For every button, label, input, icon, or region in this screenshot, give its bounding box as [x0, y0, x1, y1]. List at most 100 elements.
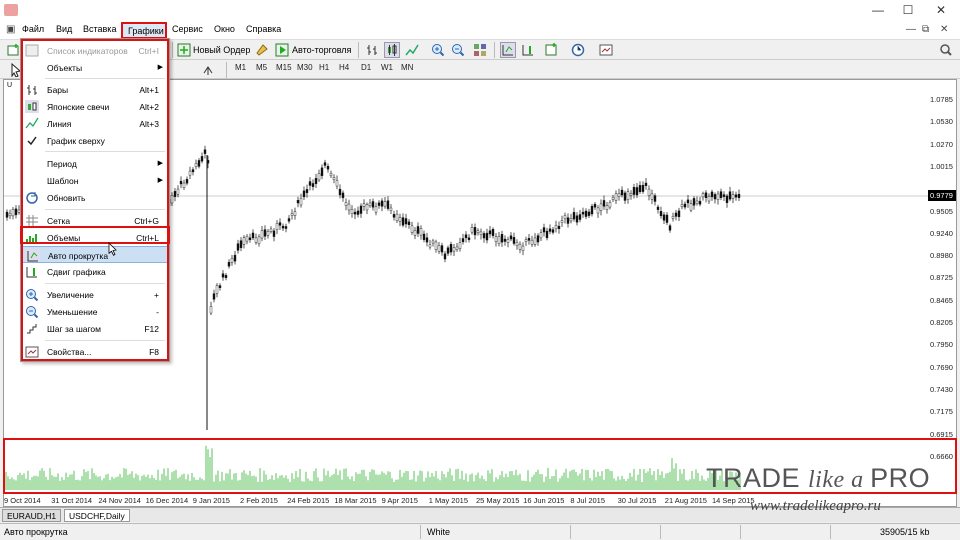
submenu-arrow-icon: ▶: [157, 64, 163, 71]
period-h1[interactable]: H1: [319, 63, 329, 72]
menu-item-shortcut: -: [156, 307, 159, 317]
maximize-button[interactable]: ☐: [893, 2, 923, 18]
menu-charts-active[interactable]: Графики: [121, 22, 167, 39]
menu-item-chart-shift[interactable]: Сдвиг графика: [21, 263, 169, 280]
menu-item-shortcut: F12: [144, 324, 159, 334]
menu-item-bar-chart[interactable]: Бары Alt+1: [21, 81, 169, 98]
menu-insert[interactable]: Вставка: [83, 24, 116, 34]
doc-menu-icon[interactable]: ▣: [6, 24, 15, 35]
candle-body: [545, 230, 549, 239]
candle-body: [536, 235, 540, 243]
period-h4[interactable]: H4: [339, 63, 349, 72]
candle-body: [182, 182, 186, 188]
candle-body: [233, 254, 237, 262]
menu-file[interactable]: Файл: [22, 24, 44, 34]
search-icon[interactable]: [938, 42, 954, 58]
candle-body: [329, 173, 333, 177]
candle-body: [488, 230, 492, 235]
candle-body: [251, 232, 255, 239]
tab-euraud-h1[interactable]: EURAUD,H1: [2, 509, 62, 522]
candle-body: [284, 226, 288, 229]
period-m1[interactable]: M1: [235, 63, 246, 72]
time-tick-label: 21 Aug 2015: [664, 496, 707, 505]
menu-separator: [45, 151, 165, 152]
zoom-out-toolbar-icon[interactable]: [450, 42, 466, 58]
candlestick-toolbar-icon[interactable]: [384, 42, 400, 58]
check-icon: [27, 136, 37, 146]
candle-body: [572, 212, 576, 220]
menu-item-autoscroll[interactable]: Авто прокрутка: [21, 246, 169, 263]
candle-body: [479, 231, 483, 235]
chart-shift-toolbar-icon[interactable]: [520, 42, 536, 58]
mdi-minimize-icon[interactable]: —: [906, 24, 916, 35]
period-w1[interactable]: W1: [381, 63, 393, 72]
new-order-button[interactable]: Новый Ордер: [193, 45, 250, 55]
autoscroll-toolbar-icon[interactable]: [500, 42, 516, 58]
menu-item-zoom-out[interactable]: Уменьшение -: [21, 303, 169, 320]
menu-charts[interactable]: Графики: [128, 26, 164, 36]
menu-item-candlestick[interactable]: Японские свечи Alt+2: [21, 98, 169, 115]
tile-windows-icon[interactable]: [472, 42, 488, 58]
period-m30[interactable]: M30: [297, 63, 313, 72]
candle-body: [368, 202, 372, 207]
menu-view[interactable]: Вид: [56, 24, 72, 34]
watermark-brand: TRADE like a PRO: [706, 463, 930, 494]
menu-item-label: Период: [47, 159, 77, 169]
mdi-close-icon[interactable]: ✕: [940, 24, 948, 35]
candle-body: [590, 205, 594, 215]
bar-chart-toolbar-icon[interactable]: [364, 42, 380, 58]
auto-trading-button[interactable]: Авто-торговля: [292, 45, 351, 55]
period-m5[interactable]: M5: [256, 63, 267, 72]
close-button[interactable]: ✕: [926, 2, 956, 18]
candle-body: [653, 195, 657, 202]
candle-body: [293, 211, 297, 216]
new-order-icon: [176, 42, 192, 58]
candle-body: [218, 285, 222, 288]
menu-item-submenu-1[interactable]: Объекты ▶: [21, 59, 169, 76]
line-chart-toolbar-icon[interactable]: [404, 42, 420, 58]
indicators-toolbar-icon[interactable]: [544, 42, 560, 58]
period-mn[interactable]: MN: [401, 63, 413, 72]
menu-help[interactable]: Справка: [246, 24, 281, 34]
menu-item-submenu-7[interactable]: Шаблон ▶: [21, 172, 169, 189]
zoom-in-toolbar-icon[interactable]: [430, 42, 446, 58]
menu-service[interactable]: Сервис: [172, 24, 203, 34]
time-tick-label: 9 Jan 2015: [192, 496, 230, 505]
mdi-restore-icon[interactable]: ⧉: [922, 24, 929, 35]
meta-editor-icon[interactable]: [254, 42, 270, 58]
menu-window[interactable]: Окно: [214, 24, 235, 34]
period-m15[interactable]: M15: [276, 63, 292, 72]
minimize-button[interactable]: —: [863, 2, 893, 18]
menu-item-refresh[interactable]: Обновить: [21, 189, 169, 206]
line-chart-icon: [25, 117, 39, 129]
watermark-brand-c: PRO: [870, 463, 931, 493]
properties-icon: [25, 346, 39, 358]
templates-toolbar-icon[interactable]: [598, 42, 614, 58]
candle-body: [617, 193, 621, 197]
menu-item-zoom-in[interactable]: Увеличение +: [21, 286, 169, 303]
menu-separator: [45, 283, 165, 284]
menu-item-line-chart[interactable]: Линия Alt+3: [21, 115, 169, 132]
periods-toolbar-icon[interactable]: [570, 42, 586, 58]
candle-body: [335, 180, 339, 187]
period-d1[interactable]: D1: [361, 63, 371, 72]
menu-item-step[interactable]: Шаг за шагом F12: [21, 320, 169, 337]
menu-item-shortcut: Alt+3: [139, 119, 159, 129]
arrows-tool-icon[interactable]: [200, 62, 216, 78]
menu-item-check[interactable]: График сверху: [21, 132, 169, 149]
candle-body: [317, 173, 321, 181]
menu-item-label: Сетка: [47, 216, 71, 226]
menu-item-submenu-6[interactable]: Период ▶: [21, 155, 169, 172]
candle-body: [665, 214, 669, 223]
candle-body: [272, 230, 276, 237]
menu-item-properties[interactable]: Свойства... F8: [21, 343, 169, 360]
candle-body: [632, 187, 636, 195]
candle-body: [587, 211, 591, 216]
auto-trading-icon: [274, 42, 290, 58]
candle-body: [428, 244, 432, 248]
menu-item-label: Уменьшение: [47, 307, 98, 317]
tab-usdchf-daily[interactable]: USDCHF,Daily: [64, 509, 130, 522]
watermark-url: www.tradelikeapro.ru: [750, 498, 881, 514]
menu-item-label: Шаблон: [47, 176, 79, 186]
candle-body: [500, 234, 504, 243]
